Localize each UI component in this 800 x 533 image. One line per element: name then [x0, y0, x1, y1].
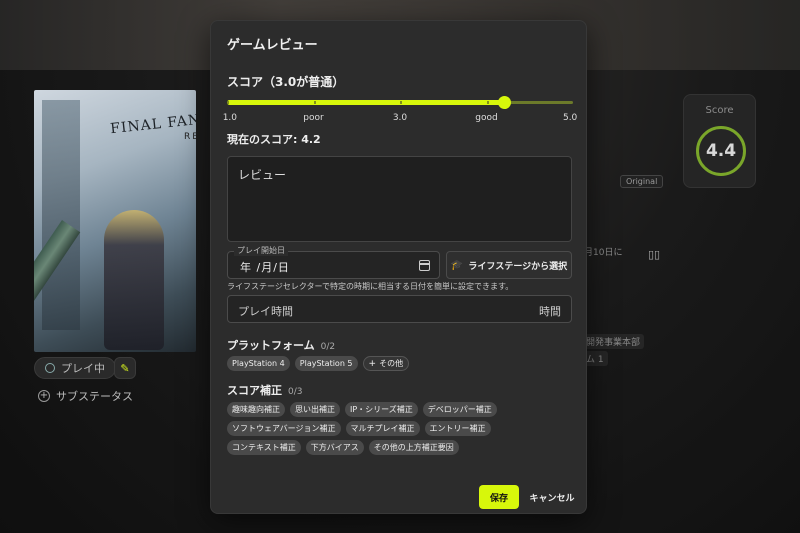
score-adjust-chips: 趣味趣向補正 思い出補正 IP・シリーズ補正 デベロッパー補正 ソフトウェアバー… [227, 402, 527, 455]
developer-tag: 開発事業本部 [582, 334, 645, 349]
score-adjust-chip[interactable]: マルチプレイ補正 [345, 421, 420, 436]
review-textarea[interactable]: レビュー [227, 156, 572, 242]
status-play-icon [45, 363, 55, 373]
score-card-label: Score [705, 105, 734, 116]
original-badge: Original [620, 175, 664, 188]
calendar-icon[interactable] [419, 260, 430, 271]
platform-chips: PlayStation 4 PlayStation 5 + その他 [227, 356, 577, 371]
score-adjust-chip[interactable]: コンテキスト補正 [227, 440, 301, 455]
score-adjust-section-title: スコア補正 0/3 [227, 382, 302, 398]
slider-tick [400, 101, 402, 104]
cover-character-art [104, 210, 164, 350]
slider-tick [573, 101, 575, 104]
slider-mark-label: poor [303, 113, 324, 123]
sub-status-label: サブステータス [56, 390, 133, 403]
play-time-placeholder: プレイ時間 [238, 305, 293, 318]
save-button[interactable]: 保存 [479, 485, 519, 509]
slider-fill [227, 100, 504, 105]
platform-section-title: プラットフォーム 0/2 [227, 337, 335, 353]
plus-icon: + [368, 358, 377, 369]
platform-chip[interactable]: PlayStation 4 [227, 356, 290, 371]
score-adjust-chip[interactable]: エントリー補正 [424, 421, 491, 436]
slider-tick [227, 101, 229, 104]
cancel-button[interactable]: キャンセル [526, 485, 578, 509]
sub-status-button[interactable]: + サブステータス [38, 386, 133, 406]
slider-tick [486, 101, 489, 104]
life-stage-helper-text: ライフステージセレクターで特定の時期に相当する日付を簡単に設定できます。 [227, 282, 514, 291]
release-date-fragment: 月10日に [584, 248, 623, 258]
slider-marks: 1.0 poor 3.0 good 5.0 [223, 113, 578, 125]
score-slider[interactable] [227, 95, 575, 111]
book-icon[interactable]: ▯▯ [648, 248, 660, 261]
pencil-icon: ✎ [120, 361, 130, 375]
score-adjust-chip[interactable]: 下方バイアス [305, 440, 364, 455]
score-adjust-chip[interactable]: ソフトウェアバージョン補正 [227, 421, 341, 436]
score-card: Score 4.4 [683, 94, 756, 188]
platform-chip[interactable]: PlayStation 5 [294, 356, 358, 371]
cover-tower-art [42, 100, 80, 330]
score-adjust-chip[interactable]: その他の上方補正要因 [368, 440, 459, 455]
slider-mark-label: good [475, 113, 498, 123]
platform-title: プラットフォーム [227, 339, 315, 352]
score-adjust-count: 0/3 [288, 387, 303, 397]
slider-mark-label: 5.0 [562, 113, 578, 123]
edit-status-button[interactable]: ✎ [114, 357, 136, 379]
play-start-legend: プレイ開始日 [234, 245, 288, 256]
slider-thumb[interactable] [497, 96, 511, 109]
life-stage-button[interactable]: 🎓 ライフステージから選択 [446, 251, 572, 279]
slider-mark-label: 1.0 [222, 113, 238, 123]
score-ring: 4.4 [696, 126, 746, 176]
platform-more-chip[interactable]: + その他 [362, 356, 410, 371]
score-label: スコア（3.0が普通） [227, 75, 345, 89]
play-time-input[interactable]: プレイ時間 時間 [227, 295, 572, 323]
life-stage-button-label: ライフステージから選択 [468, 261, 568, 272]
graduation-cap-icon: 🎓 [450, 259, 464, 271]
play-start-value: 年 /月/日 [240, 261, 290, 274]
current-score: 現在のスコア: 4.2 [227, 133, 321, 146]
slider-tick [313, 101, 316, 104]
slider-mark-label: 3.0 [392, 113, 408, 123]
review-placeholder: レビュー [238, 168, 287, 182]
modal-title: ゲームレビュー [227, 38, 318, 53]
status-chip[interactable]: プレイ中 [34, 357, 116, 379]
score-adjust-chip[interactable]: 趣味趣向補正 [227, 402, 285, 417]
platform-more-label: その他 [379, 359, 404, 368]
add-circle-icon: + [38, 390, 50, 402]
score-adjust-chip[interactable]: デベロッパー補正 [422, 402, 497, 417]
score-adjust-chip[interactable]: IP・シリーズ補正 [345, 402, 418, 417]
score-adjust-title: スコア補正 [227, 384, 282, 397]
play-start-date-input[interactable]: プレイ開始日 年 /月/日 [227, 245, 440, 279]
game-cover-image: FINAL FANTASY VII REMAKE [34, 90, 196, 352]
score-adjust-chip[interactable]: 思い出補正 [290, 402, 340, 417]
status-chip-label: プレイ中 [61, 362, 105, 375]
game-review-modal: ゲームレビュー スコア（3.0が普通） 1.0 poor 3.0 good 5.0 現在… [210, 20, 587, 514]
play-time-unit: 時間 [539, 305, 561, 318]
cover-subtitle: REMAKE [184, 132, 196, 142]
platform-count: 0/2 [320, 342, 336, 352]
